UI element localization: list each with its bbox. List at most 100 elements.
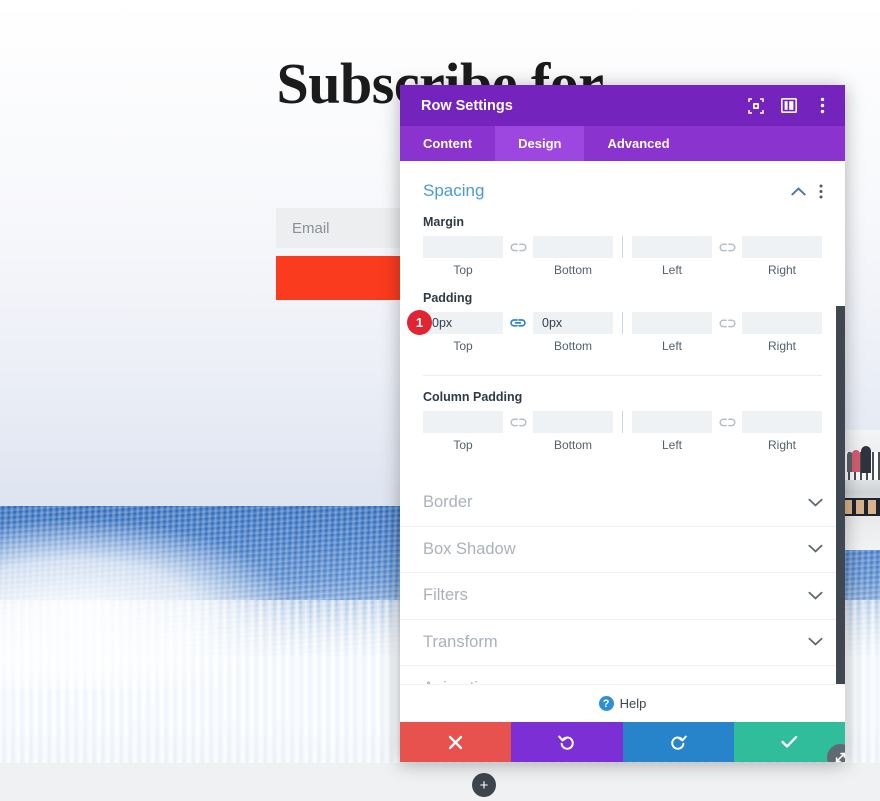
column-padding-right-cell: Right [742,411,822,452]
chevron-down-icon [808,633,823,651]
section-animation[interactable]: Animation [400,666,845,684]
padding-horizontal-pair: Left Right [632,312,822,353]
undo-icon [558,735,575,750]
padding-right-input[interactable] [742,312,822,334]
margin-label: Margin [423,215,464,229]
margin-vertical-link-icon[interactable] [503,236,533,258]
email-placeholder-text: Email [292,219,330,237]
screen-root: Subscribe for We Email + Row Settings [0,0,880,801]
section-transform-label: Transform [423,632,498,651]
margin-left-input[interactable] [632,236,712,258]
modal-body: Spacing Margin Top Bottom Left Right Pad… [400,161,845,684]
field-divider [622,312,623,334]
modal-tabs: Content Design Advanced [400,126,845,161]
tab-content[interactable]: Content [400,126,495,161]
padding-quad: 1 Top [407,310,822,353]
column-padding-field-group: Column Padding Top Bottom Left Right [400,376,845,452]
water-foam-left [0,520,290,690]
more-vertical-icon[interactable] [813,97,831,115]
column-padding-left-cell: Left [632,411,712,452]
column-padding-bottom-cell: Bottom [533,411,613,452]
padding-top-input[interactable] [423,312,503,334]
padding-top-cell: Top [423,312,503,353]
padding-label: Padding [423,291,473,305]
margin-bottom-input[interactable] [533,236,613,258]
chevron-up-icon[interactable] [791,186,806,196]
margin-right-input[interactable] [742,236,822,258]
margin-left-cell: Left [632,236,712,277]
redo-icon [670,735,687,750]
redo-button[interactable] [622,722,734,762]
margin-quad: Top Bottom Left Right [423,236,822,277]
spacing-section-header[interactable]: Spacing [400,161,845,209]
modal-scrollbar[interactable] [836,306,845,684]
column-padding-bottom-input[interactable] [533,411,613,433]
passenger-silhouette [852,450,860,472]
editor-bottom-bar [0,763,880,801]
margin-top-input[interactable] [423,236,503,258]
padding-right-cell: Right [742,312,822,353]
status-badge: 1 [407,310,432,335]
row-settings-modal: Row Settings Content Design Advanced Spa… [400,85,845,762]
more-vertical-icon[interactable] [819,184,823,199]
column-padding-horizontal-link-icon[interactable] [712,411,742,433]
section-border[interactable]: Border [400,480,845,527]
margin-bottom-caption: Bottom [553,263,592,277]
settings-scroll-pane: Spacing Margin Top Bottom Left Right Pad… [400,161,845,684]
undo-button[interactable] [511,722,623,762]
padding-horizontal-link-icon[interactable] [712,312,742,334]
close-icon [448,735,463,749]
tab-design[interactable]: Design [495,126,585,161]
margin-right-caption: Right [767,263,796,277]
section-box-shadow[interactable]: Box Shadow [400,527,845,573]
section-border-label: Border [423,493,473,512]
padding-left-caption: Left [661,339,682,353]
padding-bottom-caption: Bottom [553,339,592,353]
section-transform[interactable]: Transform [400,620,845,666]
modal-footer [400,722,845,762]
margin-horizontal-link-icon[interactable] [712,236,742,258]
margin-field-group: Margin Top Bottom Left Right [400,209,845,277]
column-padding-left-input[interactable] [632,411,712,433]
column-padding-horizontal-pair: Left Right [632,411,822,452]
padding-vertical-pair: Top Bottom [423,312,613,353]
help-row[interactable]: ? Help [400,684,845,722]
section-animation-label: Animation [423,679,808,684]
resize-diagonal-icon [835,752,845,762]
boat-window-band [840,498,880,516]
focus-icon[interactable] [747,97,765,115]
chevron-down-icon [808,587,823,605]
modal-title: Row Settings [421,97,513,114]
layout-panel-icon[interactable] [780,97,798,115]
help-icon: ? [598,696,614,711]
padding-left-input[interactable] [632,312,712,334]
chevron-down-icon [808,494,823,512]
column-padding-top-input[interactable] [423,411,503,433]
section-filters[interactable]: Filters [400,573,845,620]
section-filters-label: Filters [423,586,468,605]
column-padding-label: Column Padding [423,390,523,404]
column-padding-quad: Top Bottom Left Right [423,411,822,452]
passenger-silhouette [861,446,871,473]
help-label: Help [619,696,647,711]
column-padding-left-caption: Left [661,438,682,452]
column-padding-right-caption: Right [767,438,796,452]
modal-header-actions [747,97,831,115]
padding-bottom-cell: Bottom [533,312,613,353]
check-icon [781,736,798,748]
margin-top-caption: Top [453,263,473,277]
add-section-button[interactable]: + [472,773,496,797]
padding-vertical-link-icon[interactable] [503,312,533,334]
padding-bottom-input[interactable] [533,312,613,334]
margin-bottom-cell: Bottom [533,236,613,277]
column-padding-right-input[interactable] [742,411,822,433]
column-padding-vertical-link-icon[interactable] [503,411,533,433]
margin-right-cell: Right [742,236,822,277]
section-box-shadow-label: Box Shadow [423,539,516,558]
column-padding-bottom-caption: Bottom [553,438,592,452]
margin-left-caption: Left [661,263,682,277]
tab-advanced[interactable]: Advanced [584,126,692,161]
spacing-section-title: Spacing [423,181,485,200]
cancel-button[interactable] [400,722,512,762]
